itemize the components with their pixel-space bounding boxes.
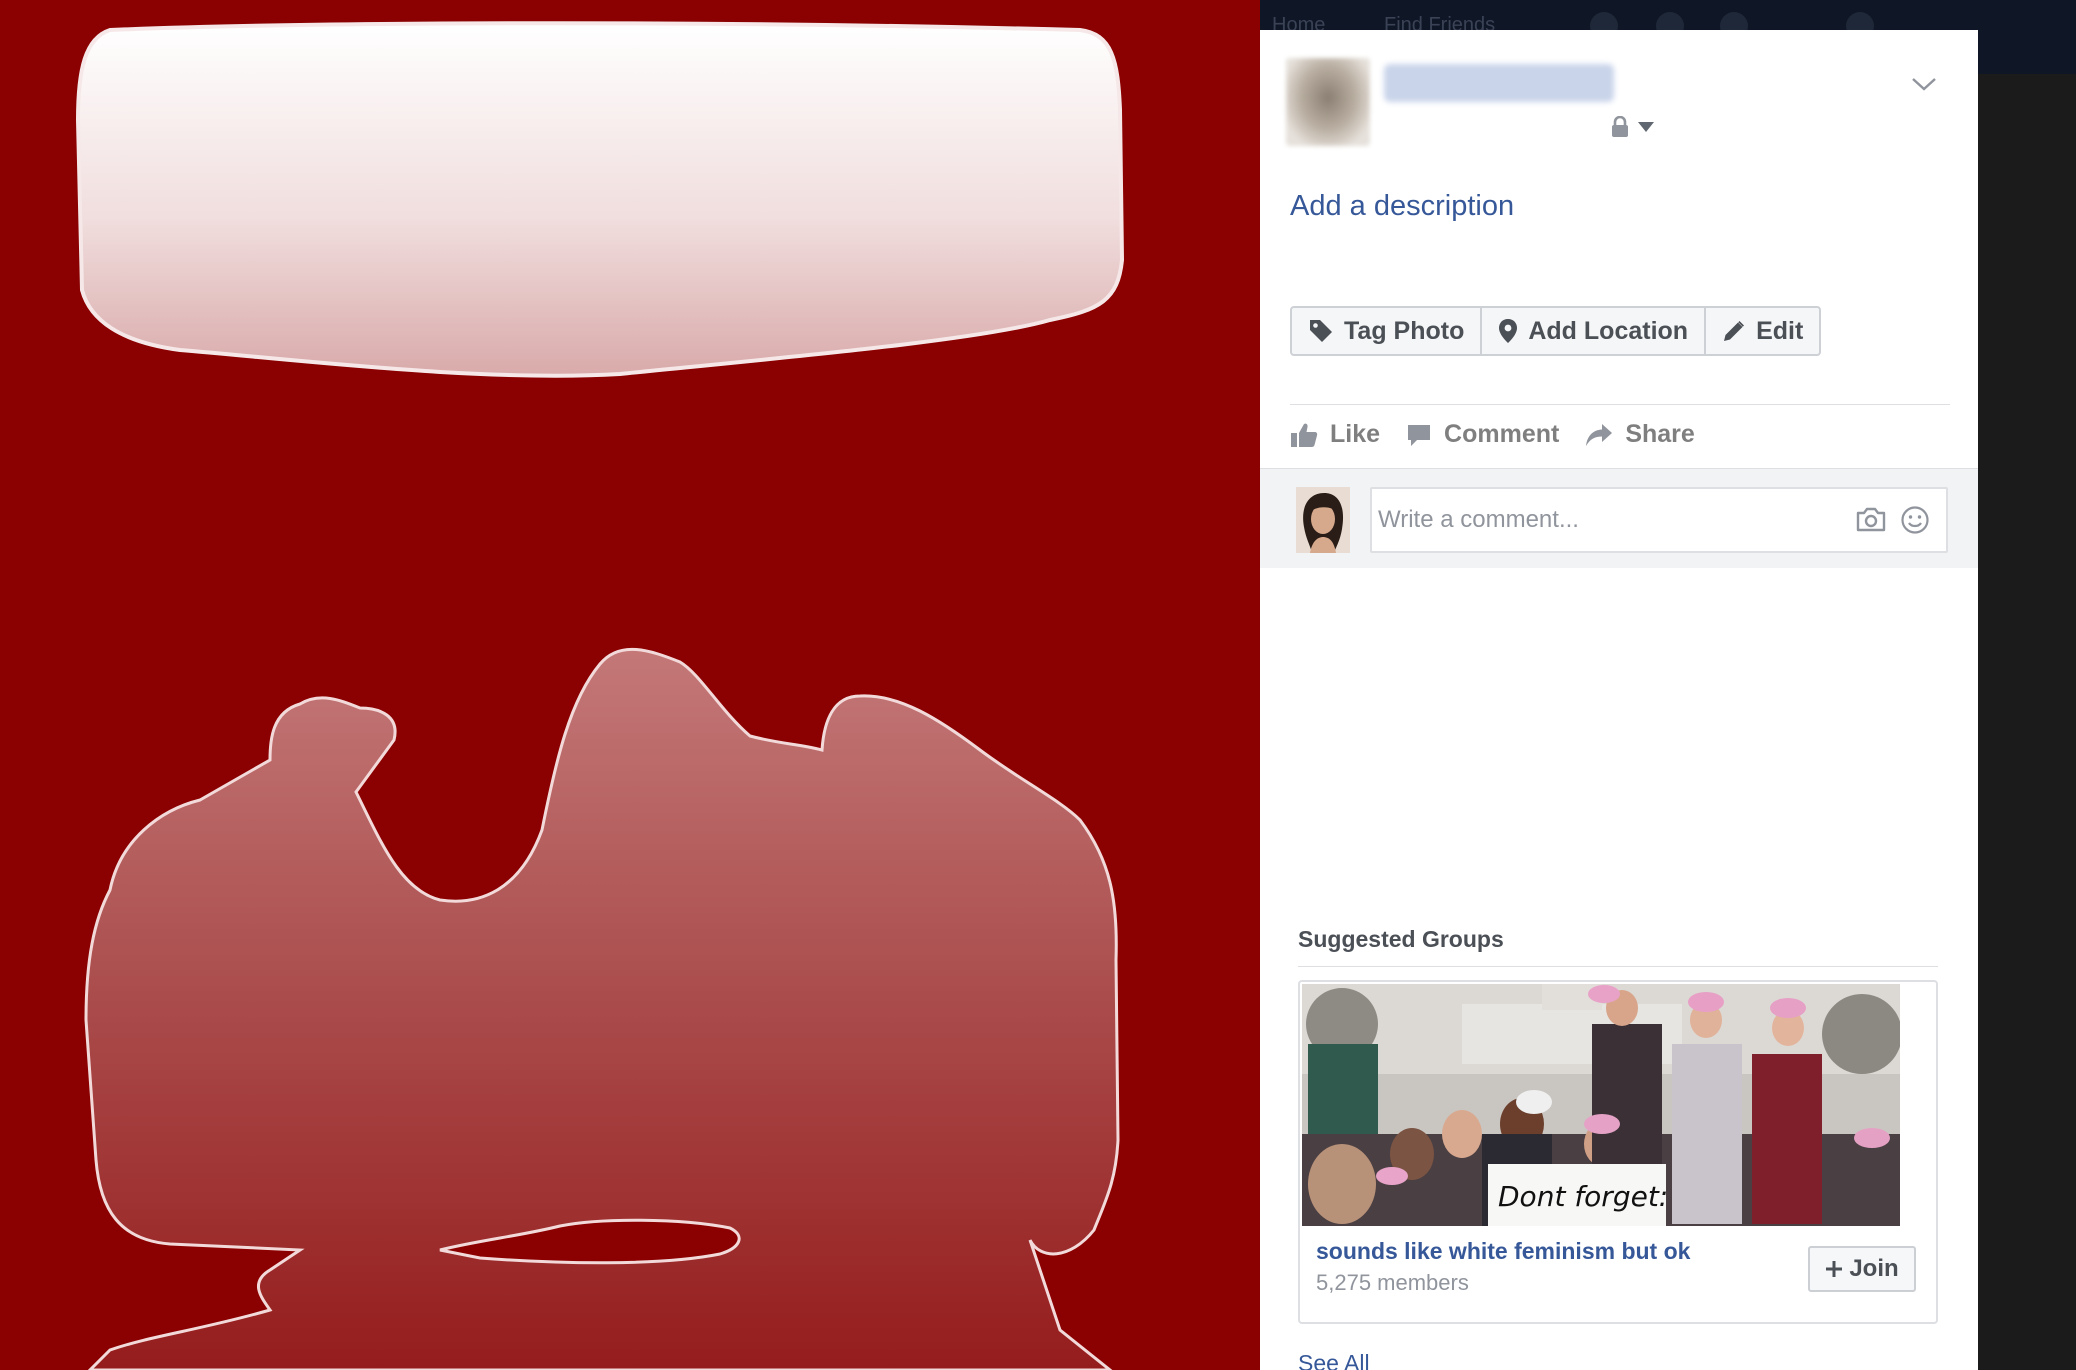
join-group-button[interactable]: Join — [1808, 1246, 1916, 1292]
tag-photo-label: Tag Photo — [1344, 316, 1465, 345]
add-location-label: Add Location — [1528, 316, 1689, 345]
viewer-avatar-image — [1296, 487, 1350, 553]
group-cover-photo[interactable]: Dont forget: — [1302, 984, 1900, 1226]
share-arrow-icon — [1586, 423, 1613, 446]
photo-action-bar: Tag Photo Add Location Edit — [1290, 306, 1822, 356]
comment-label: Comment — [1444, 420, 1560, 448]
camera-icon[interactable] — [1856, 506, 1886, 532]
author-avatar[interactable] — [1286, 58, 1370, 146]
photo-viewer — [0, 0, 1260, 1370]
group-cover-image: Dont forget: — [1302, 984, 1900, 1226]
join-label: Join — [1849, 1255, 1899, 1282]
photo-info-panel: Add a description Tag Photo Add Location… — [1260, 30, 1978, 1370]
divider — [1290, 404, 1950, 405]
comment-button[interactable]: Comment — [1406, 420, 1559, 449]
like-label: Like — [1330, 420, 1381, 448]
group-member-count: 5,275 members — [1316, 1270, 1469, 1295]
edit-button[interactable]: Edit — [1706, 308, 1819, 354]
pencil-icon — [1724, 321, 1745, 341]
suggested-groups-title: Suggested Groups — [1298, 926, 1504, 952]
see-all-link[interactable]: See All — [1298, 1350, 1370, 1370]
photo-top-shape — [75, 21, 1125, 378]
privacy-selector[interactable] — [1610, 116, 1654, 138]
comment-bubble-icon — [1408, 424, 1431, 446]
add-location-button[interactable]: Add Location — [1482, 308, 1707, 354]
tag-photo-button[interactable]: Tag Photo — [1292, 308, 1483, 354]
comment-composer — [1260, 468, 1978, 568]
photo-image — [75, 21, 1125, 1370]
feedback-actions: Like Comment Share — [1290, 420, 1695, 449]
page-backdrop — [1978, 74, 2076, 1370]
plus-icon — [1826, 1261, 1843, 1277]
lock-icon — [1612, 116, 1628, 137]
share-label: Share — [1625, 420, 1695, 448]
like-button[interactable]: Like — [1290, 420, 1380, 449]
viewer-avatar[interactable] — [1296, 487, 1350, 553]
tag-icon — [1310, 320, 1332, 342]
comment-input[interactable] — [1378, 489, 1838, 551]
share-button[interactable]: Share — [1585, 420, 1695, 449]
thumbs-up-icon — [1291, 423, 1318, 447]
group-name-link[interactable]: sounds like white feminism but ok — [1316, 1238, 1690, 1265]
location-pin-icon — [1499, 319, 1518, 343]
edit-label: Edit — [1756, 316, 1804, 345]
comment-box — [1370, 487, 1948, 553]
author-name-blurred[interactable] — [1384, 64, 1614, 102]
caret-down-icon — [1638, 122, 1654, 132]
smiley-icon[interactable] — [1900, 505, 1930, 535]
add-description-link[interactable]: Add a description — [1290, 190, 1514, 223]
divider — [1298, 966, 1938, 967]
suggested-group-card: Dont forget: sounds like white feminism … — [1298, 980, 1938, 1324]
chevron-down-icon[interactable] — [1910, 74, 1938, 94]
group-photo-sign-text: Dont forget: — [1498, 1180, 1668, 1213]
